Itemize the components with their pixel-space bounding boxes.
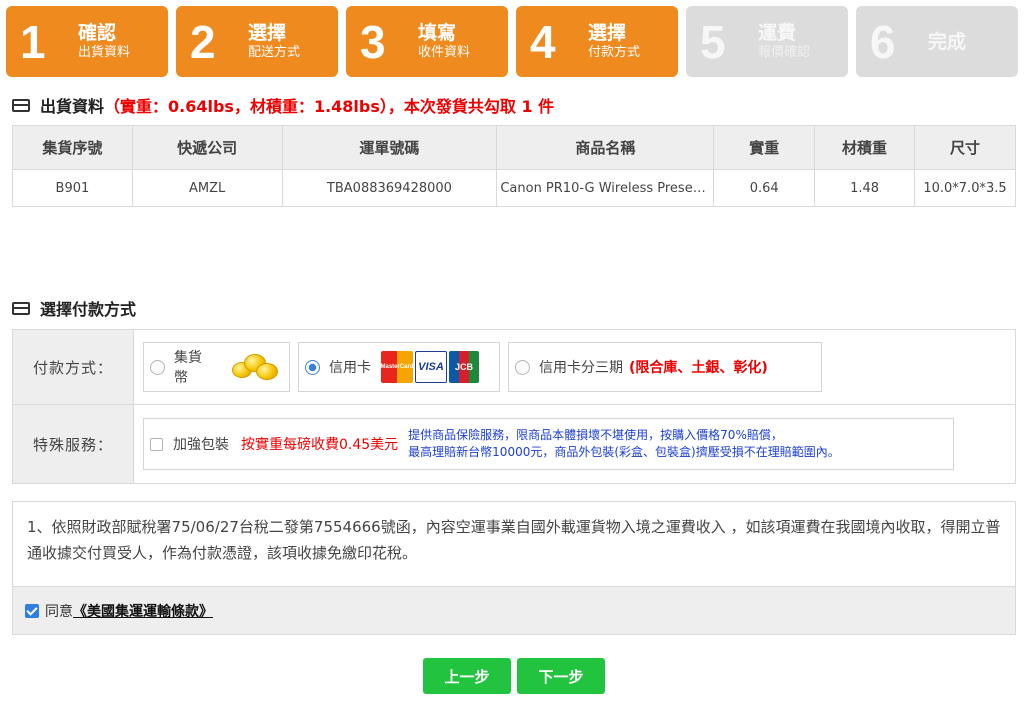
step-6: 6 完成 <box>856 6 1018 77</box>
column-header: 實重 <box>713 125 816 170</box>
nav-buttons: 上一步 下一步 <box>423 658 605 694</box>
step-2: 2 選擇 配送方式 <box>176 6 338 77</box>
step-number: 1 <box>20 15 46 68</box>
step-subtitle: 付款方式 <box>588 44 641 60</box>
column-header: 快遞公司 <box>131 125 283 170</box>
column-header: 商品名稱 <box>496 125 715 170</box>
option-reinforced-packing[interactable]: 加強包裝 按實重每磅收費0.45美元 提供商品保險服務，限商品本體損壞不堪使用，… <box>143 418 954 470</box>
cell-carrier: AMZL <box>131 169 283 207</box>
shipment-heading: 出貨資料 （實重：0.64lbs，材積重：1.48lbs），本次發貨共勾取 1 … <box>12 93 554 117</box>
prev-button[interactable]: 上一步 <box>423 658 511 694</box>
step-number: 2 <box>190 15 216 68</box>
radio-credit-card[interactable] <box>305 359 320 375</box>
step-title: 確認 <box>78 21 117 44</box>
option-credit-card[interactable]: 信用卡 MasterCard VISA JCB <box>298 342 500 392</box>
cell-product: Canon PR10-G Wireless Presenter <box>496 169 715 207</box>
radio-installments[interactable] <box>515 359 530 375</box>
card-logos: MasterCard VISA JCB <box>381 351 479 383</box>
step-subtitle: 出貨資料 <box>78 44 131 60</box>
payment-heading: 選擇付款方式 <box>12 296 136 320</box>
payment-method-row: 付款方式： 集貨幣 信用卡 MasterCard VISA JCB 信用卡分三期… <box>13 330 1015 405</box>
notice-text: 1、依照財政部賦稅署75/06/27台稅二發第7554666號函，內容空運事業自… <box>27 518 1001 562</box>
card-icon <box>12 98 30 112</box>
shipment-table: 集貨序號 快遞公司 運單號碼 商品名稱 實重 材積重 尺寸 B901 AMZL … <box>12 125 1017 207</box>
insurance-line-1: 提供商品保險服務，限商品本體損壞不堪使用，按購入價格70%賠償， <box>408 428 783 442</box>
step-subtitle: 配送方式 <box>248 44 301 60</box>
payment-title: 選擇付款方式 <box>40 300 137 319</box>
step-title: 選擇 <box>248 21 287 44</box>
cell-tracking: TBA088369428000 <box>281 169 498 207</box>
cell-dimensions: 10.0*7.0*3.5 <box>913 169 1017 207</box>
option-label: 集貨幣 <box>174 350 202 386</box>
payment-table: 付款方式： 集貨幣 信用卡 MasterCard VISA JCB 信用卡分三期… <box>12 329 1016 484</box>
next-button[interactable]: 下一步 <box>517 658 605 694</box>
tax-notice: 1、依照財政部賦稅署75/06/27台稅二發第7554666號函，內容空運事業自… <box>12 501 1016 635</box>
radio-collection-coin[interactable] <box>150 359 165 375</box>
agree-checkbox[interactable] <box>25 603 39 618</box>
agree-row: 同意 《美國集運運輸條款》 <box>13 586 1015 634</box>
step-1: 1 確認 出貨資料 <box>6 6 168 77</box>
option-label: 信用卡分三期 <box>539 360 623 376</box>
step-title: 選擇 <box>588 21 627 44</box>
column-header: 集貨序號 <box>12 125 133 170</box>
cell-serial: B901 <box>12 169 133 207</box>
column-header: 材積重 <box>814 125 915 170</box>
checkbox-reinforced-packing[interactable] <box>150 437 163 451</box>
insurance-description: 提供商品保險服務，限商品本體損壞不堪使用，按購入價格70%賠償， 最高理賠新台幣… <box>408 427 840 461</box>
step-number: 3 <box>360 15 386 68</box>
shipment-weight-note: （實重：0.64lbs，材積重：1.48lbs），本次發貨共勾取 1 件 <box>104 97 555 116</box>
visa-icon: VISA <box>415 351 447 383</box>
card-icon <box>12 301 30 315</box>
step-number: 5 <box>700 15 726 68</box>
column-header: 運單號碼 <box>281 125 498 170</box>
step-4: 4 選擇 付款方式 <box>516 6 678 77</box>
option-collection-coin[interactable]: 集貨幣 <box>143 342 290 392</box>
checkout-steps: 1 確認 出貨資料 2 選擇 配送方式 3 填寫 收件資料 4 選擇 付款方式 5 運費… <box>6 6 1018 77</box>
option-label: 加強包裝 <box>173 437 229 453</box>
jcb-icon: JCB <box>449 351 479 383</box>
step-title: 完成 <box>928 30 967 53</box>
payment-method-label: 付款方式： <box>13 330 134 404</box>
step-subtitle: 收件資料 <box>418 44 471 60</box>
step-title: 運費 <box>758 21 797 44</box>
cell-volume-weight: 1.48 <box>814 169 915 207</box>
special-service-label: 特殊服務： <box>13 405 134 483</box>
step-number: 4 <box>530 15 556 68</box>
step-5: 5 運費 報價確認 <box>686 6 848 77</box>
table-row: B901 AMZL TBA088369428000 Canon PR10-G W… <box>12 169 1017 207</box>
terms-link[interactable]: 《美國集運運輸條款》 <box>73 601 213 621</box>
packing-fee: 按實重每磅收費0.45美元 <box>241 437 399 453</box>
agree-prefix: 同意 <box>45 603 73 620</box>
coins-icon <box>226 350 279 384</box>
step-number: 6 <box>870 15 896 68</box>
option-label: 信用卡 <box>329 360 371 376</box>
table-header-row: 集貨序號 快遞公司 運單號碼 商品名稱 實重 材積重 尺寸 <box>12 125 1017 170</box>
option-installments[interactable]: 信用卡分三期 (限合庫、土銀、彰化) <box>508 342 822 392</box>
insurance-line-2: 最高理賠新台幣10000元，商品外包裝(彩盒、包裝盒)擠壓受損不在理賠範圍內。 <box>408 445 840 459</box>
mastercard-icon: MasterCard <box>381 351 414 383</box>
shipment-title: 出貨資料 <box>40 97 105 116</box>
special-service-row: 特殊服務： 加強包裝 按實重每磅收費0.45美元 提供商品保險服務，限商品本體損… <box>13 405 1015 483</box>
installments-note: (限合庫、土銀、彰化) <box>629 360 768 376</box>
step-3: 3 填寫 收件資料 <box>346 6 508 77</box>
cell-weight: 0.64 <box>713 169 816 207</box>
step-subtitle: 報價確認 <box>758 44 811 60</box>
column-header: 尺寸 <box>913 125 1017 170</box>
step-title: 填寫 <box>418 21 457 44</box>
